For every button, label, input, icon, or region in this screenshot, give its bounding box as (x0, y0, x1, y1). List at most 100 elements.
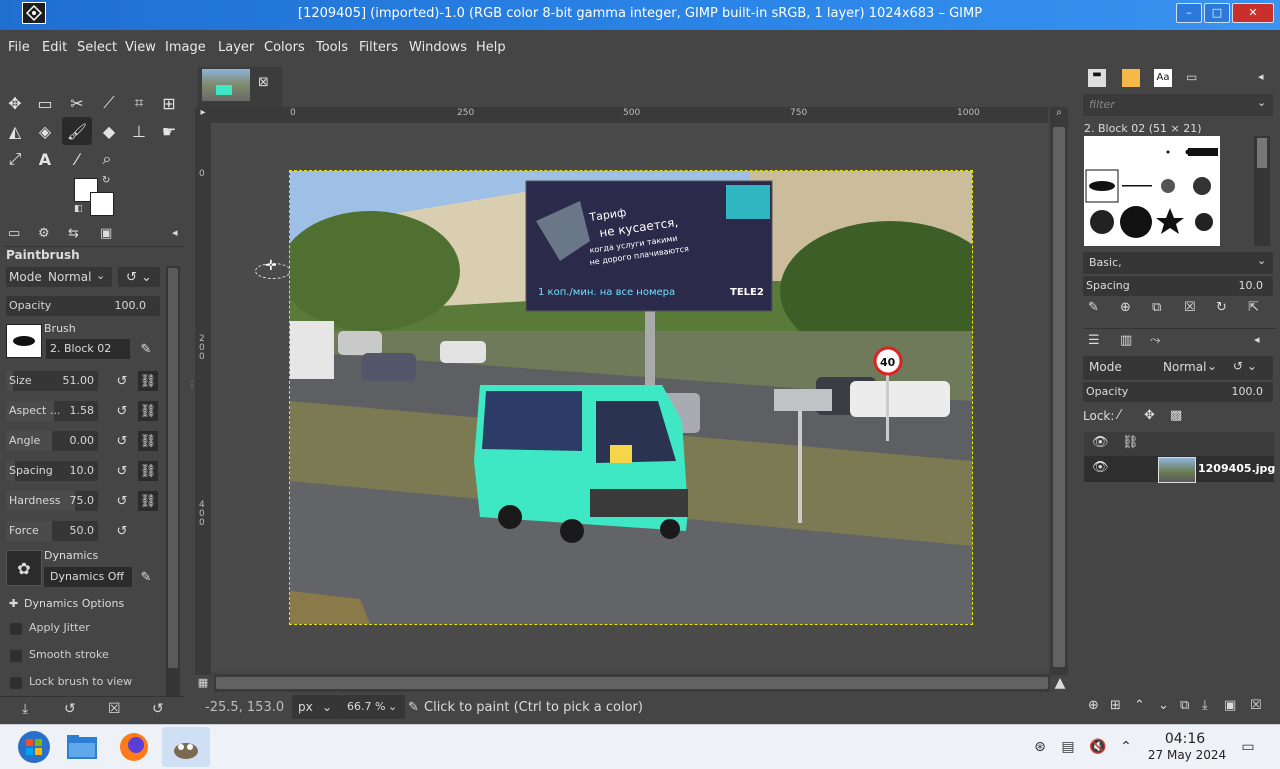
layer-mask-icon[interactable]: ▣ (1224, 698, 1236, 713)
hardness-slider[interactable]: Hardness 75.0 (6, 491, 98, 511)
brush-grid-scroll-thumb[interactable] (1257, 138, 1267, 168)
restore-options-icon[interactable]: ↺ (64, 701, 76, 717)
text-tool-icon[interactable]: A (32, 147, 58, 171)
clock-time[interactable]: 04:16 (1150, 731, 1220, 747)
brush-grid-scrollbar[interactable] (1254, 136, 1270, 246)
left-dock-handle[interactable]: ⋮ (187, 380, 197, 404)
delete-options-icon[interactable]: ☒ (108, 701, 121, 717)
raise-layer-icon[interactable]: ⌃ (1134, 698, 1145, 713)
brush-fuzzy-1[interactable] (1161, 179, 1175, 193)
brush-preview-button[interactable] (6, 324, 42, 358)
clock-date[interactable]: 27 May 2024 (1142, 748, 1232, 762)
menu-help[interactable]: Help (476, 40, 506, 55)
layer-visibility-icon[interactable]: 👁 (1092, 460, 1109, 475)
paintbrush-tool-icon[interactable]: 🖌 (62, 117, 92, 145)
brush-block-02[interactable] (1089, 181, 1115, 191)
horizontal-scroll-thumb[interactable] (216, 677, 1048, 689)
zoom-tool-icon[interactable]: ⌕ (94, 147, 120, 171)
smudge-tool-icon[interactable]: ☛ (156, 119, 182, 143)
start-button[interactable] (12, 727, 56, 767)
new-layer-group-icon[interactable]: ⊞ (1110, 698, 1121, 713)
reset-colors-icon[interactable]: ◧ (74, 204, 83, 214)
menu-edit[interactable]: Edit (42, 40, 67, 55)
force-slider[interactable]: Force 50.0 (6, 521, 98, 541)
edit-dynamics-icon[interactable]: ✎ (136, 567, 156, 587)
menu-select[interactable]: Select (77, 40, 117, 55)
zoom-image-icon[interactable]: ⌕ (1050, 107, 1068, 123)
menu-layer[interactable]: Layer (218, 40, 254, 55)
mode-reset-button[interactable]: ↺ ⌄ (118, 267, 160, 287)
link-hardness-icon[interactable]: ⛓ (138, 491, 158, 511)
show-desktop-icon[interactable]: ▭ (1238, 737, 1258, 757)
tray-expand-icon[interactable]: ⌃ (1116, 737, 1136, 757)
dynamics-options-expander[interactable]: Dynamics Options (24, 597, 124, 610)
brush-filter-field[interactable]: filter ⌄ (1083, 94, 1273, 116)
brush-spacing-slider[interactable]: Spacing 10.0 (1083, 276, 1273, 296)
horizontal-scrollbar[interactable] (214, 674, 1050, 692)
link-size-icon[interactable]: ⛓ (138, 371, 158, 391)
zoom-select[interactable]: 66.7 % ⌄ (342, 695, 405, 719)
dynamics-field[interactable]: Dynamics Off (44, 567, 132, 587)
menu-view[interactable]: View (125, 40, 156, 55)
reset-aspect-icon[interactable]: ↺ (112, 401, 132, 421)
reset-options-icon[interactable]: ↺ (152, 701, 164, 717)
brush-grid[interactable] (1084, 136, 1220, 246)
spacing-slider[interactable]: Spacing 10.0 (6, 461, 98, 481)
duplicate-brush-icon[interactable]: ⧉ (1152, 300, 1161, 315)
lock-position-icon[interactable]: ✥ (1144, 408, 1155, 423)
paths-tab-icon[interactable]: ⤳ (1150, 333, 1160, 348)
color-picker-tool-icon[interactable]: ⁄ (64, 147, 90, 171)
brush-hard[interactable] (1120, 206, 1152, 238)
smooth-stroke-checkbox[interactable] (10, 650, 22, 662)
open-brush-as-image-icon[interactable]: ⇱ (1248, 300, 1259, 315)
link-spacing-icon[interactable]: ⛓ (138, 461, 158, 481)
swap-colors-icon[interactable]: ↻ (102, 175, 110, 186)
patterns-tab-icon[interactable] (1122, 69, 1140, 87)
edit-brush-icon[interactable]: ✎ (136, 339, 156, 359)
rect-select-tool-icon[interactable]: ▭ (32, 91, 58, 115)
refresh-brushes-icon[interactable]: ↻ (1216, 300, 1227, 315)
delete-brush-icon[interactable]: ☒ (1184, 300, 1196, 315)
configure-layers-icon[interactable]: ◂ (1254, 333, 1260, 346)
close-button[interactable]: ✕ (1232, 3, 1274, 23)
layer-mode-reset-icon[interactable]: ↺ ⌄ (1233, 359, 1257, 373)
quick-mask-toggle-icon[interactable]: ▸ (195, 107, 211, 123)
expand-icon[interactable]: ✚ (9, 597, 18, 610)
scissors-tool-icon[interactable]: ✂ (64, 91, 90, 115)
menu-image[interactable]: Image (165, 40, 206, 55)
vertical-scrollbar[interactable] (1050, 123, 1068, 675)
document-history-tab-icon[interactable]: ▭ (1186, 70, 1197, 84)
lock-brush-checkbox[interactable] (10, 677, 22, 689)
duplicate-layer-icon[interactable]: ⧉ (1180, 698, 1189, 713)
device-status-tab-icon[interactable]: ⚙ (38, 226, 50, 241)
gimp-app-icon[interactable] (22, 2, 46, 24)
menu-tools[interactable]: Tools (316, 40, 348, 55)
tool-options-scrollbar[interactable] (166, 266, 180, 696)
lock-pixels-icon[interactable]: ⁄ (1118, 408, 1120, 423)
eraser-tool-icon[interactable]: ◆ (96, 119, 122, 143)
size-slider[interactable]: Size 51.00 (6, 371, 98, 391)
merge-layer-icon[interactable]: ⤓ (1202, 698, 1208, 713)
brush-preset-select[interactable]: Basic, ⌄ (1083, 252, 1273, 274)
pointer-navigate-icon[interactable]: ▲ (1052, 674, 1068, 692)
layer-opacity-slider[interactable]: Opacity 100.0 (1083, 382, 1273, 402)
menu-file[interactable]: File (8, 40, 30, 55)
brushes-tab-icon[interactable]: ▬ (1088, 69, 1106, 87)
brush-fuzzy-2[interactable] (1193, 177, 1211, 195)
file-manager-taskbar-icon[interactable] (60, 727, 104, 767)
navigate-image-icon[interactable]: ▦ (195, 674, 211, 692)
bucket-fill-tool-icon[interactable]: ◈ (32, 119, 58, 143)
layers-tab-icon[interactable]: ☰ (1088, 333, 1100, 348)
crop-tool-icon[interactable]: ⌗ (126, 91, 152, 115)
menu-colors[interactable]: Colors (264, 40, 305, 55)
firefox-taskbar-icon[interactable] (112, 727, 156, 767)
configure-brushes-icon[interactable]: ◂ (1258, 70, 1264, 83)
reset-spacing-icon[interactable]: ↺ (112, 461, 132, 481)
undo-history-tab-icon[interactable]: ⇆ (68, 226, 79, 241)
gimp-taskbar-icon[interactable] (162, 727, 210, 767)
paths-tool-icon[interactable]: ⤢ (2, 147, 28, 171)
network-tray-icon[interactable]: ⊛ (1030, 737, 1050, 757)
delete-layer-icon[interactable]: ☒ (1250, 698, 1262, 713)
transform-tool-icon[interactable]: ⊞ (156, 91, 182, 115)
new-layer-icon[interactable]: ⊕ (1088, 698, 1099, 713)
